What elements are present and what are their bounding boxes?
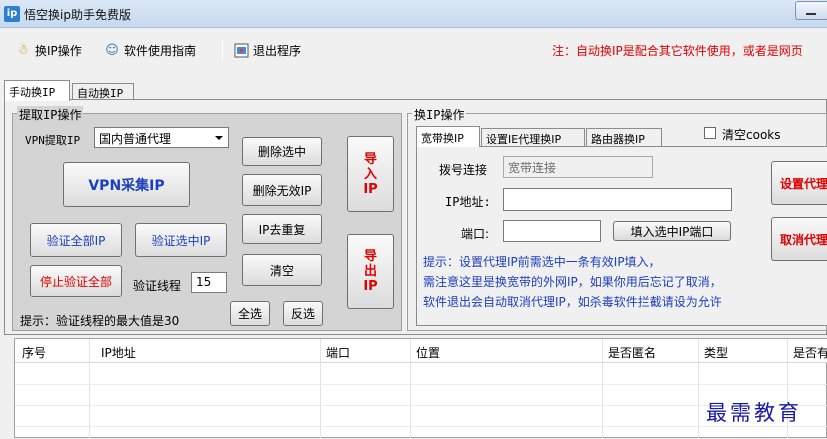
dial-connection-field[interactable]: 宽带连接 <box>503 156 653 178</box>
proxy-hint-line1: 提示：设置代理IP前需选中一条有效IP填入， <box>423 255 661 269</box>
thread-input[interactable]: 15 <box>191 272 227 293</box>
guide-label: 软件使用指南 <box>124 43 197 58</box>
chevron-down-icon <box>215 136 223 140</box>
proxy-hint-line3: 软件退出会自动取消代理IP，如杀毒软件拦截请设为允许 <box>423 295 722 309</box>
fill-selected-button[interactable]: 填入选中IP端口 <box>613 221 731 241</box>
column-header-status[interactable]: 是否有 <box>793 344 827 361</box>
change-ip-group: 换IP操作 宽带换IP 设置IE代理换IP 路由器换IP 清空cooks 拨号连… <box>407 106 827 331</box>
ip-address-input[interactable] <box>503 188 732 211</box>
user-help-icon: ☺ <box>105 42 119 58</box>
tab-router[interactable]: 路由器换IP <box>586 128 662 147</box>
column-divider <box>89 339 90 439</box>
tab-auto[interactable]: 自动换IP <box>72 83 134 100</box>
tab-broadband[interactable]: 宽带换IP <box>416 126 480 147</box>
thread-hint: 提示：验证线程的最大值是30 <box>20 314 180 328</box>
dial-label: 拨号连接 <box>439 163 488 177</box>
guide-menu[interactable]: ☺ 软件使用指南 <box>103 40 196 60</box>
invert-select-button[interactable]: 反选 <box>283 301 323 326</box>
delete-invalid-button[interactable]: 删除无效IP <box>242 174 322 206</box>
ip-address-label: IP地址: <box>445 195 491 209</box>
column-header-ip[interactable]: IP地址 <box>101 344 136 361</box>
watermark-text: 最需教育 <box>706 401 802 425</box>
vpn-collect-button[interactable]: VPN采集IP <box>63 162 190 207</box>
vpn-type-select[interactable]: 国内普通代理 <box>94 127 229 148</box>
export-ip-button[interactable]: 导出 IP <box>347 234 394 309</box>
stop-verify-button[interactable]: 停止验证全部 <box>30 265 122 297</box>
proxy-hint-line2: 需注意这里是换宽带的外网IP，如果你用后忘记了取消， <box>423 275 722 289</box>
column-header-port[interactable]: 端口 <box>326 344 350 361</box>
table-header: 序号 IP地址 端口 位置 是否匿名 类型 是否有 <box>15 339 827 363</box>
import-ip-button[interactable]: 导入 IP <box>347 136 394 212</box>
column-divider <box>602 339 603 439</box>
app-icon: ip <box>4 6 20 22</box>
change-ip-legend: 换IP操作 <box>412 106 467 123</box>
title-bar: ip 悟空换ip助手免费版 <box>0 0 827 28</box>
tab-manual[interactable]: 手动换IP <box>4 80 70 101</box>
clear-cookies-checkbox[interactable] <box>704 127 716 139</box>
column-header-anonymous[interactable]: 是否匿名 <box>608 344 656 361</box>
clear-cookies-label: 清空cooks <box>722 128 781 142</box>
column-divider <box>320 339 321 439</box>
vpn-extract-label: VPN提取IP <box>25 134 81 147</box>
tab-ie-proxy[interactable]: 设置IE代理换IP <box>481 128 585 147</box>
port-label: 端口: <box>461 227 490 241</box>
toolbar: ☃ 换IP操作 ☺ 软件使用指南 退出程序 注：自动换IP是配合其它软件使用，或… <box>0 32 827 66</box>
thread-label: 验证线程 <box>133 279 182 293</box>
window-title: 悟空换ip助手免费版 <box>24 8 131 22</box>
exit-label: 退出程序 <box>253 43 302 58</box>
change-ip-label: 换IP操作 <box>35 43 82 58</box>
vpn-type-value: 国内普通代理 <box>99 132 172 146</box>
column-header-location[interactable]: 位置 <box>416 344 440 361</box>
broadband-tab-panel: 拨号连接 宽带连接 IP地址: 端口: 填入选中IP端口 提示：设置代理IP前需… <box>416 146 827 326</box>
set-proxy-button[interactable]: 设置代理 <box>771 161 827 205</box>
clear-button[interactable]: 清空 <box>242 254 322 286</box>
port-input[interactable] <box>503 220 601 242</box>
cancel-proxy-button[interactable]: 取消代理 <box>771 217 827 261</box>
exit-menu[interactable]: 退出程序 <box>232 40 301 60</box>
notice-text: 注：自动换IP是配合其它软件使用，或者是网页 <box>552 44 803 58</box>
column-divider <box>698 339 699 439</box>
column-header-type[interactable]: 类型 <box>704 344 728 361</box>
column-divider <box>410 339 411 439</box>
column-header-index[interactable]: 序号 <box>22 344 46 361</box>
change-ip-menu[interactable]: ☃ 换IP操作 <box>14 40 82 60</box>
extract-ip-legend: 提取IP操作 <box>17 106 84 123</box>
extract-ip-group: 提取IP操作 VPN提取IP 国内普通代理 VPN采集IP 删除选中 删除无效I… <box>12 106 402 331</box>
verify-all-button[interactable]: 验证全部IP <box>30 223 122 257</box>
row-divider <box>15 384 827 385</box>
select-all-button[interactable]: 全选 <box>230 301 270 326</box>
toolbar-separator <box>222 40 223 62</box>
exit-icon <box>232 41 250 59</box>
verify-selected-button[interactable]: 验证选中IP <box>135 223 227 257</box>
main-panel: 提取IP操作 VPN提取IP 国内普通代理 VPN采集IP 删除选中 删除无效I… <box>4 99 827 335</box>
person-icon: ☃ <box>17 42 29 58</box>
dedupe-button[interactable]: IP去重复 <box>242 214 322 244</box>
minimize-button[interactable] <box>795 1 827 20</box>
delete-selected-button[interactable]: 删除选中 <box>242 137 322 166</box>
